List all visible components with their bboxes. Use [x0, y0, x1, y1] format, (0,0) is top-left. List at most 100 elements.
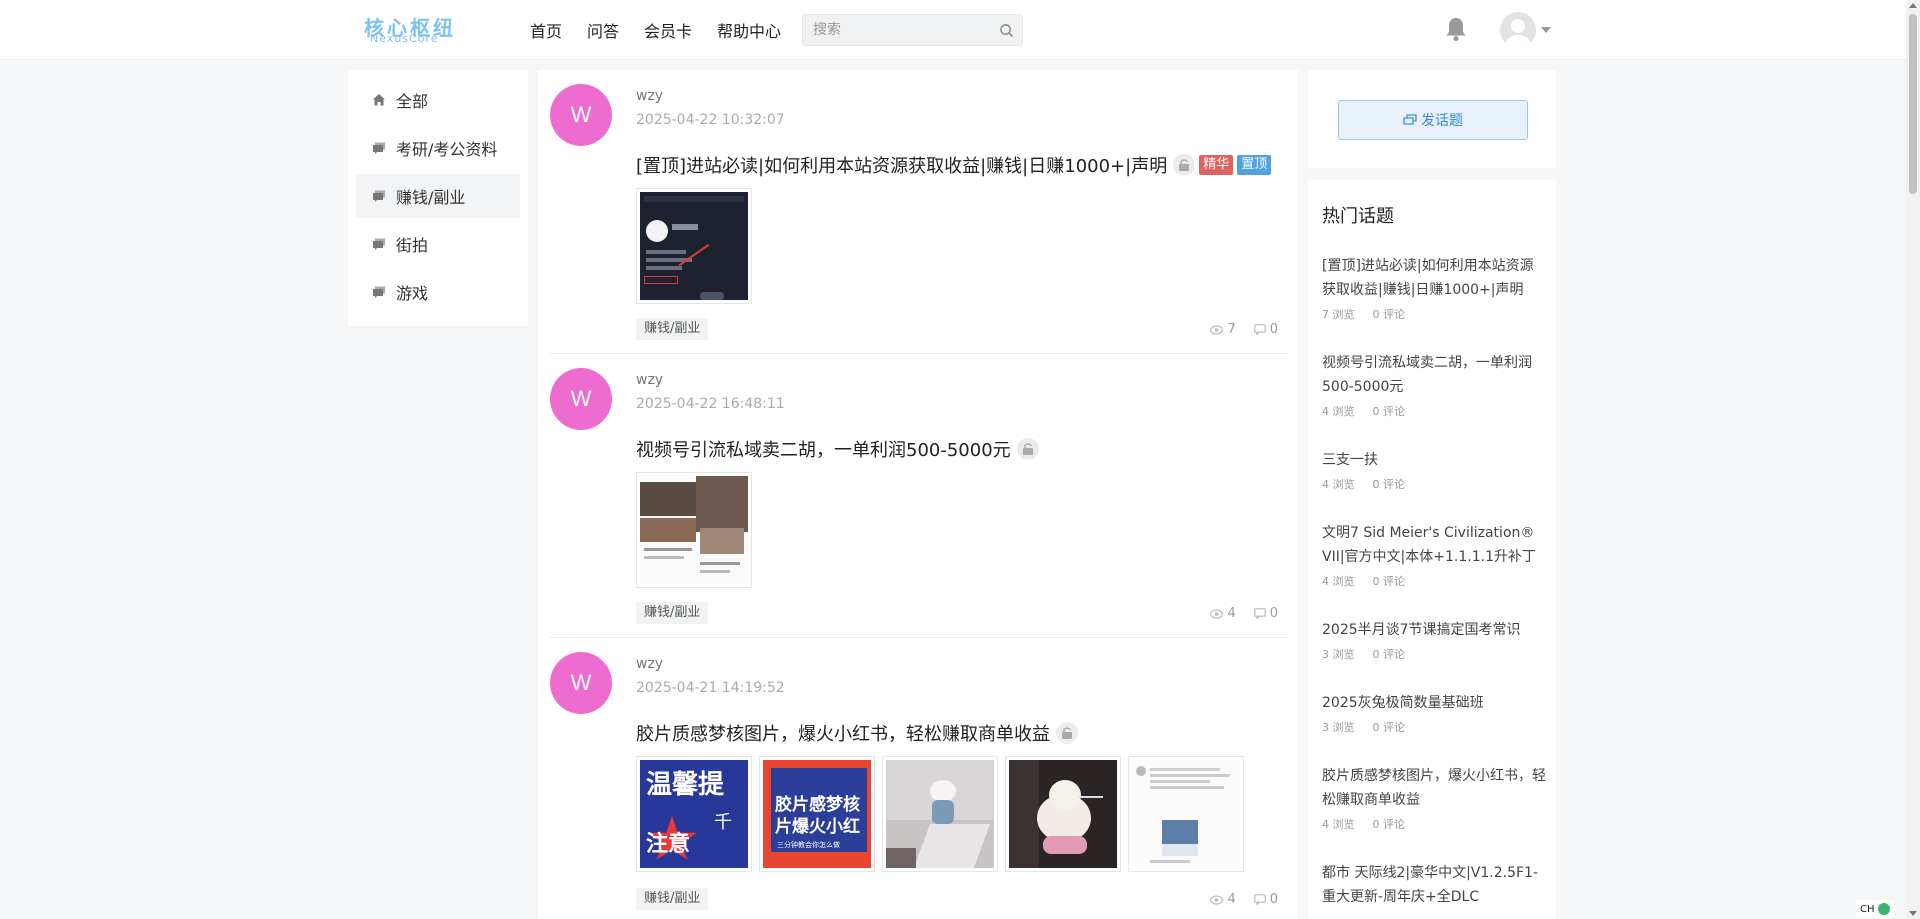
hot-topic-title[interactable]: 都市 天际线2|豪华中文|V1.2.5F1-重大更新-周年庆+全DLC — [1322, 861, 1546, 909]
post-image-thumbnail[interactable] — [636, 472, 752, 588]
author-name[interactable]: wzy — [636, 88, 663, 104]
hot-topic-item[interactable]: 都市 天际线2|豪华中文|V1.2.5F1-重大更新-周年庆+全DLC — [1322, 861, 1546, 909]
post-image-thumbnail[interactable]: 胶片感梦核 片爆火小红 三分钟教会你怎么做 — [759, 756, 875, 872]
post-stats: 4 0 — [1192, 606, 1278, 621]
new-topic-button[interactable]: 发话题 — [1338, 100, 1528, 140]
hot-topic-title[interactable]: 三支一扶 — [1322, 448, 1546, 472]
post-images — [636, 188, 759, 304]
hot-topic-title[interactable]: 文明7 Sid Meier's Civilization® VII|官方中文|本… — [1322, 521, 1546, 569]
chat-icon — [373, 190, 385, 202]
author-avatar[interactable]: W — [550, 368, 612, 430]
hot-topic-meta: 4 浏览 0 评论 — [1322, 478, 1405, 491]
post-item[interactable]: W wzy 2025-04-22 10:32:07 [置顶]进站必读|如何利用本… — [550, 70, 1288, 354]
hot-topic-item[interactable]: 三支一扶 4 浏览 0 评论 — [1322, 448, 1546, 492]
post-images: 温馨提 注意 千 胶片感梦核 片爆火小红 三分钟教会你怎么做 — [636, 756, 1251, 872]
user-silhouette-icon — [1505, 19, 1531, 48]
hot-topic-item[interactable]: 2025灰兔极简数量基础班 3 浏览 0 评论 — [1322, 691, 1546, 735]
author-name[interactable]: wzy — [636, 372, 663, 388]
post-image-thumbnail[interactable] — [636, 188, 752, 304]
sidebar-item-games[interactable]: 游戏 — [356, 270, 520, 314]
hot-topic-title[interactable]: 2025半月谈7节课搞定国考常识 — [1322, 618, 1546, 642]
search-icon[interactable] — [999, 23, 1014, 38]
post-category-tag[interactable]: 赚钱/副业 — [636, 888, 709, 910]
hot-topic-meta: 3 浏览 0 评论 — [1322, 648, 1405, 661]
post-title-text[interactable]: 视频号引流私域卖二胡，一单利润500-5000元 — [636, 436, 1011, 462]
post-image-thumbnail[interactable] — [1128, 756, 1244, 872]
view-count: 4 — [1210, 892, 1236, 907]
sidebar-item-street-photo[interactable]: 街拍 — [356, 222, 520, 266]
page-scrollbar[interactable] — [1906, 0, 1920, 919]
post-title[interactable]: 胶片质感梦核图片，爆火小红书，轻松赚取商单收益 — [636, 720, 1078, 746]
eye-icon — [1210, 608, 1224, 619]
hot-topic-title[interactable]: 胶片质感梦核图片，爆火小红书，轻松赚取商单收益 — [1322, 764, 1546, 812]
view-count: 7 — [1210, 322, 1236, 337]
sidebar-item-side-hustle[interactable]: 赚钱/副业 — [356, 174, 520, 218]
ime-indicator[interactable]: CH — [1856, 900, 1894, 918]
sidebar-item-exam-materials[interactable]: 考研/考公资料 — [356, 126, 520, 170]
nav-home[interactable]: 首页 — [530, 18, 562, 42]
sidebar-item-label: 游戏 — [396, 284, 429, 303]
site-logo[interactable]: 核心枢纽 NexusCore — [364, 14, 488, 45]
scroll-up-arrow-icon[interactable] — [1909, 3, 1917, 8]
lock-icon — [1173, 154, 1196, 176]
post-stats: 7 0 — [1192, 322, 1278, 337]
hot-topics-panel: 热门话题 [置顶]进站必读|如何利用本站资源获取收益|赚钱|日赚1000+|声明… — [1308, 180, 1556, 919]
post-category-tag[interactable]: 赚钱/副业 — [636, 318, 709, 340]
author-avatar[interactable]: W — [550, 652, 612, 714]
essence-badge: 精华 — [1199, 155, 1234, 175]
post-title[interactable]: [置顶]进站必读|如何利用本站资源获取收益|赚钱|日赚1000+|声明 精华 置… — [636, 152, 1272, 178]
post-category-tag[interactable]: 赚钱/副业 — [636, 602, 709, 624]
hot-topic-meta: 4 浏览 0 评论 — [1322, 405, 1405, 418]
post-image-thumbnail[interactable] — [882, 756, 998, 872]
post-image-thumbnail[interactable] — [1005, 756, 1121, 872]
hot-topic-title[interactable]: 视频号引流私域卖二胡，一单利润500-5000元 — [1322, 351, 1546, 399]
user-avatar[interactable] — [1500, 12, 1536, 48]
author-name[interactable]: wzy — [636, 656, 663, 672]
hot-topic-item[interactable]: [置顶]进站必读|如何利用本站资源获取收益|赚钱|日赚1000+|声明 7 浏览… — [1322, 254, 1546, 322]
post-feed: W wzy 2025-04-22 10:32:07 [置顶]进站必读|如何利用本… — [538, 70, 1298, 919]
hot-topic-meta: 4 浏览 0 评论 — [1322, 818, 1405, 831]
scroll-down-arrow-icon[interactable] — [1909, 911, 1917, 916]
top-header: 核心枢纽 NexusCore 首页 问答 会员卡 帮助中心 — [0, 0, 1920, 60]
author-avatar[interactable]: W — [550, 84, 612, 146]
hot-topic-meta: 3 浏览 0 评论 — [1322, 721, 1405, 734]
new-topic-icon — [1403, 114, 1417, 125]
hot-topic-item[interactable]: 文明7 Sid Meier's Civilization® VII|官方中文|本… — [1322, 521, 1546, 589]
nav-qa[interactable]: 问答 — [587, 18, 619, 42]
hot-topic-item[interactable]: 视频号引流私域卖二胡，一单利润500-5000元 4 浏览 0 评论 — [1322, 351, 1546, 419]
comment-count: 0 — [1253, 606, 1278, 621]
chat-icon — [373, 142, 385, 154]
sidebar-item-all[interactable]: 全部 — [356, 78, 520, 122]
nav-membership[interactable]: 会员卡 — [644, 18, 692, 42]
lock-icon — [1016, 438, 1039, 460]
hot-topic-meta: 4 浏览 0 评论 — [1322, 575, 1405, 588]
post-item[interactable]: W wzy 2025-04-22 16:48:11 视频号引流私域卖二胡，一单利… — [550, 354, 1288, 638]
home-icon — [373, 94, 385, 106]
nav-help-center[interactable]: 帮助中心 — [717, 18, 781, 42]
main-nav: 首页 问答 会员卡 帮助中心 — [530, 0, 806, 60]
eye-icon — [1210, 894, 1224, 905]
sidebar-item-label: 考研/考公资料 — [396, 140, 498, 159]
category-sidebar: 全部 考研/考公资料 赚钱/副业 街拍 游戏 — [348, 70, 528, 326]
hot-topic-title[interactable]: 2025灰兔极简数量基础班 — [1322, 691, 1546, 715]
bell-icon[interactable] — [1444, 16, 1468, 42]
hot-topic-item[interactable]: 2025半月谈7节课搞定国考常识 3 浏览 0 评论 — [1322, 618, 1546, 662]
hot-topic-title[interactable]: [置顶]进站必读|如何利用本站资源获取收益|赚钱|日赚1000+|声明 — [1322, 254, 1546, 302]
scrollbar-thumb[interactable] — [1909, 14, 1917, 194]
hot-topic-item[interactable]: 胶片质感梦核图片，爆火小红书，轻松赚取商单收益 4 浏览 0 评论 — [1322, 764, 1546, 832]
view-count: 4 — [1210, 606, 1236, 621]
chat-icon — [373, 286, 385, 298]
search-input[interactable] — [803, 15, 983, 45]
post-title[interactable]: 视频号引流私域卖二胡，一单利润500-5000元 — [636, 436, 1039, 462]
post-item[interactable]: W wzy 2025-04-21 14:19:52 胶片质感梦核图片，爆火小红书… — [550, 638, 1288, 919]
post-title-text[interactable]: 胶片质感梦核图片，爆火小红书，轻松赚取商单收益 — [636, 720, 1050, 746]
post-title-text[interactable]: [置顶]进站必读|如何利用本站资源获取收益|赚钱|日赚1000+|声明 — [636, 152, 1167, 178]
logo-text-en: NexusCore — [370, 32, 439, 45]
post-image-thumbnail[interactable]: 温馨提 注意 千 — [636, 756, 752, 872]
comment-count: 0 — [1253, 322, 1278, 337]
sidebar-item-label: 街拍 — [396, 236, 429, 255]
chat-icon — [373, 238, 385, 250]
user-menu-chevron-down-icon[interactable] — [1541, 27, 1551, 33]
pinned-badge: 置顶 — [1237, 155, 1272, 175]
post-time: 2025-04-21 14:19:52 — [636, 680, 785, 696]
